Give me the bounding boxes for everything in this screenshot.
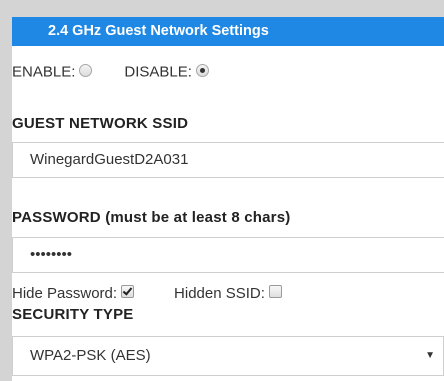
security-type-label: SECURITY TYPE — [12, 306, 134, 323]
enable-radio[interactable] — [79, 63, 93, 77]
chevron-down-icon: ▼ — [425, 350, 435, 361]
hidden-ssid-label: Hidden SSID: — [174, 285, 265, 302]
ssid-label: GUEST NETWORK SSID — [12, 115, 189, 132]
password-input[interactable]: •••••••• — [12, 237, 444, 273]
hidden-ssid-checkbox[interactable] — [268, 284, 282, 298]
security-type-select[interactable]: WPA2-PSK (AES) ▼ — [12, 336, 444, 376]
enable-label: ENABLE: — [12, 63, 76, 81]
options-row: Hide Password: Hidden SSID: — [12, 284, 282, 302]
hide-password-label: Hide Password: — [12, 285, 118, 302]
hide-password-checkbox[interactable] — [121, 284, 135, 298]
ssid-input[interactable]: WinegardGuestD2A031 — [12, 142, 444, 178]
password-label: PASSWORD (must be at least 8 chars) — [12, 209, 291, 226]
enable-disable-row: ENABLE: DISABLE: — [12, 63, 209, 81]
panel-header: 2.4 GHz Guest Network Settings — [12, 17, 444, 46]
panel-title: 2.4 GHz Guest Network Settings — [48, 23, 269, 39]
disable-radio[interactable] — [195, 63, 209, 77]
security-type-value: WPA2-PSK (AES) — [30, 347, 151, 364]
disable-label: DISABLE: — [124, 63, 192, 81]
